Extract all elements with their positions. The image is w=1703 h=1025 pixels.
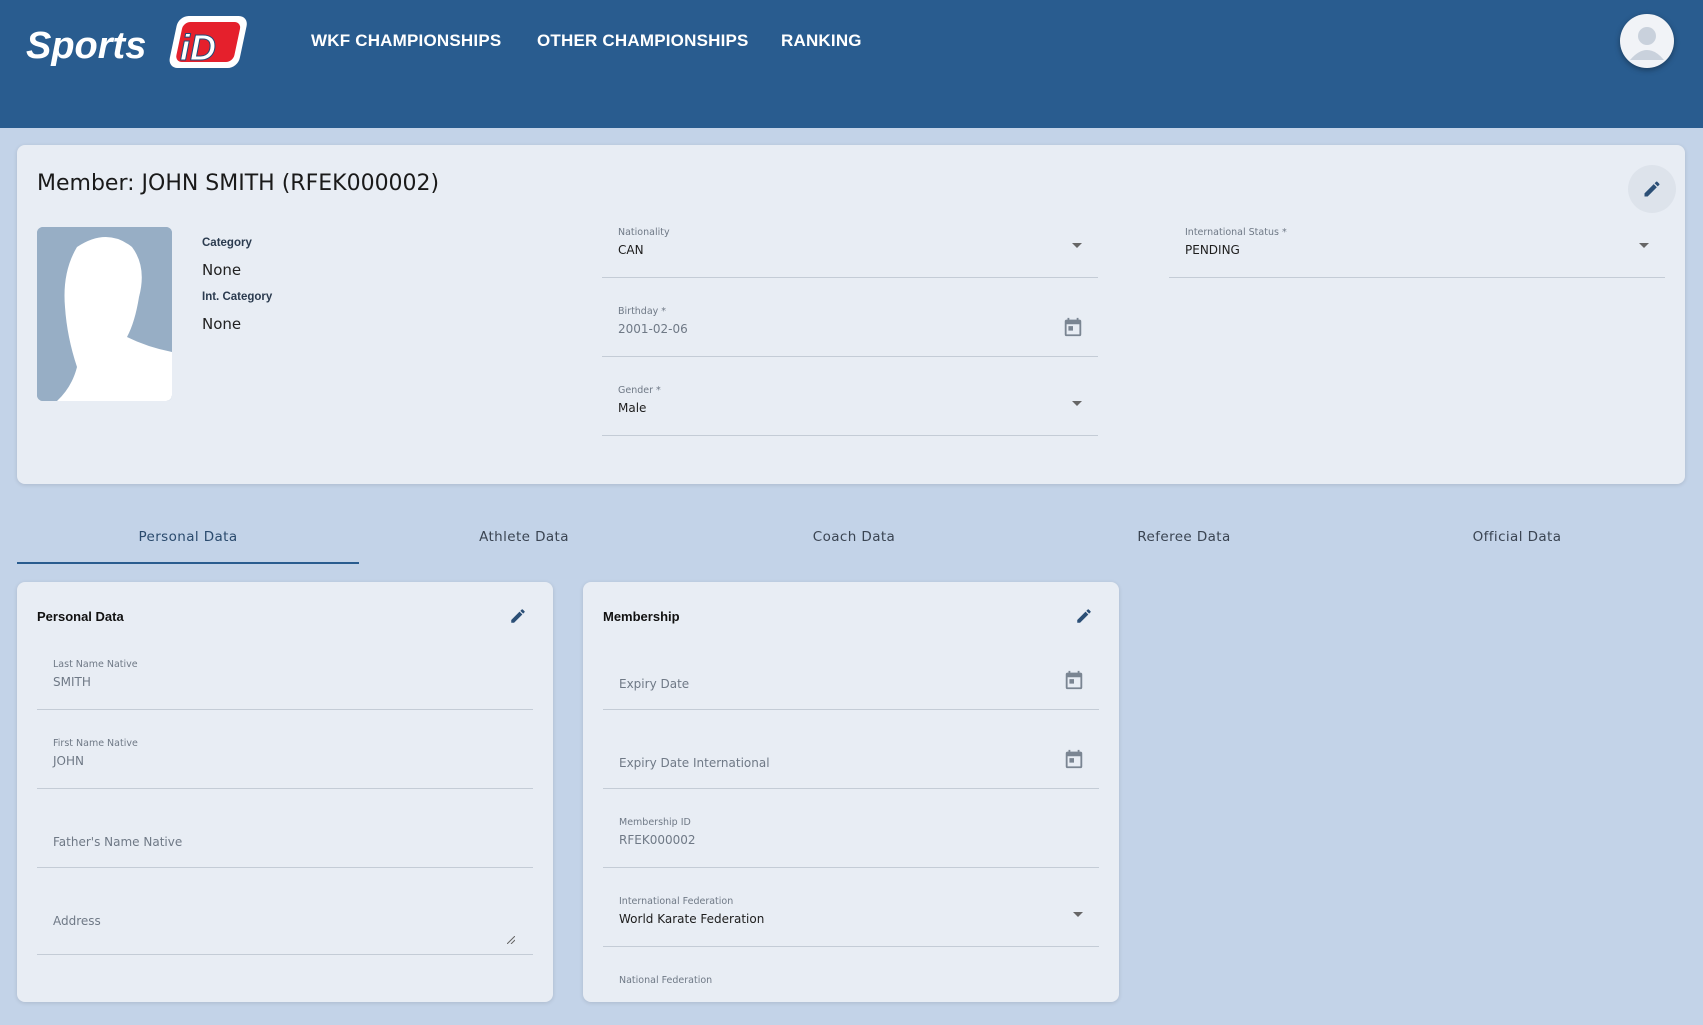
sportsid-logo[interactable]: Sports iD	[20, 10, 260, 80]
tab-coach-data[interactable]: Coach Data	[689, 520, 1019, 562]
tab-personal-data[interactable]: Personal Data	[17, 520, 359, 562]
fathers-name-native-placeholder: Father's Name Native	[53, 835, 183, 849]
expiry-date-placeholder: Expiry Date	[619, 677, 690, 691]
nationality-select[interactable]: Nationality CAN	[602, 215, 1098, 278]
membership-title: Membership	[603, 609, 680, 624]
member-photo	[37, 227, 172, 401]
personal-data-card: Personal Data Last Name Native SMITH Fir…	[17, 582, 553, 1002]
resize-handle-icon[interactable]	[507, 936, 515, 944]
calendar-icon[interactable]	[1063, 748, 1085, 770]
gender-label: Gender *	[618, 385, 661, 396]
page-title: Member: JOHN SMITH (RFEK000002)	[37, 171, 440, 196]
active-tab-indicator	[17, 562, 359, 564]
address-textarea[interactable]: Address	[37, 884, 533, 955]
expiry-date-field[interactable]: Expiry Date	[603, 647, 1099, 710]
international-status-select[interactable]: International Status * PENDING	[1169, 215, 1665, 278]
chevron-down-icon	[1072, 243, 1082, 248]
birthday-value: 2001-02-06	[618, 322, 688, 336]
nav-ranking[interactable]: RANKING	[781, 31, 862, 51]
last-name-native-value: SMITH	[53, 675, 91, 689]
tab-athlete-data[interactable]: Athlete Data	[359, 520, 689, 562]
category-label: Category	[202, 237, 252, 249]
gender-value: Male	[618, 401, 647, 415]
international-federation-value: World Karate Federation	[619, 912, 765, 926]
first-name-native-value: JOHN	[53, 754, 84, 768]
first-name-native-label: First Name Native	[53, 738, 138, 749]
int-category-value: None	[202, 315, 242, 333]
tab-official-data[interactable]: Official Data	[1349, 520, 1685, 562]
nav-other-championships[interactable]: OTHER CHAMPIONSHIPS	[537, 31, 749, 51]
fathers-name-native-field[interactable]: Father's Name Native	[37, 805, 533, 868]
last-name-native-label: Last Name Native	[53, 659, 138, 670]
nationality-label: Nationality	[618, 227, 670, 238]
first-name-native-field[interactable]: First Name Native JOHN	[37, 726, 533, 789]
pencil-icon[interactable]	[509, 607, 527, 625]
last-name-native-field[interactable]: Last Name Native SMITH	[37, 647, 533, 710]
international-federation-select[interactable]: International Federation World Karate Fe…	[603, 884, 1099, 947]
address-placeholder: Address	[53, 914, 101, 928]
edit-member-button[interactable]	[1628, 165, 1676, 213]
user-icon	[1630, 27, 1664, 60]
gender-select[interactable]: Gender * Male	[602, 373, 1098, 436]
chevron-down-icon	[1073, 912, 1083, 917]
expiry-date-international-placeholder: Expiry Date International	[619, 756, 770, 770]
svg-text:Sports: Sports	[26, 25, 146, 67]
tab-referee-data[interactable]: Referee Data	[1019, 520, 1349, 562]
user-avatar-button[interactable]	[1620, 14, 1674, 68]
expiry-date-international-field[interactable]: Expiry Date International	[603, 726, 1099, 789]
svg-text:iD: iD	[180, 27, 216, 68]
international-status-label: International Status *	[1185, 227, 1287, 238]
membership-card: Membership Expiry Date Expiry Date Inter…	[583, 582, 1119, 1002]
member-summary-card: Member: JOHN SMITH (RFEK000002) Category…	[17, 145, 1685, 484]
int-category-label: Int. Category	[202, 291, 273, 303]
top-navigation-bar: Sports iD WKF CHAMPIONSHIPS OTHER CHAMPI…	[0, 0, 1703, 128]
membership-id-field[interactable]: Membership ID RFEK000002	[603, 805, 1099, 868]
category-value: None	[202, 261, 242, 279]
international-status-value: PENDING	[1185, 243, 1240, 257]
birthday-field[interactable]: Birthday * 2001-02-06	[602, 294, 1098, 357]
nav-wkf-championships[interactable]: WKF CHAMPIONSHIPS	[311, 31, 501, 51]
chevron-down-icon	[1639, 243, 1649, 248]
member-tabs: Personal Data Athlete Data Coach Data Re…	[17, 520, 1685, 564]
membership-id-label: Membership ID	[619, 817, 691, 828]
birthday-label: Birthday *	[618, 306, 667, 317]
calendar-icon[interactable]	[1062, 316, 1084, 338]
avatar-silhouette-icon	[37, 227, 172, 401]
chevron-down-icon	[1072, 401, 1082, 406]
calendar-icon[interactable]	[1063, 669, 1085, 691]
nationality-value: CAN	[618, 243, 644, 257]
pencil-icon[interactable]	[1075, 607, 1093, 625]
national-federation-select[interactable]: National Federation	[603, 963, 1099, 1025]
personal-data-title: Personal Data	[37, 609, 124, 624]
pencil-icon	[1644, 181, 1660, 197]
international-federation-label: International Federation	[619, 896, 734, 907]
national-federation-label: National Federation	[619, 975, 713, 986]
membership-id-value: RFEK000002	[619, 833, 696, 847]
